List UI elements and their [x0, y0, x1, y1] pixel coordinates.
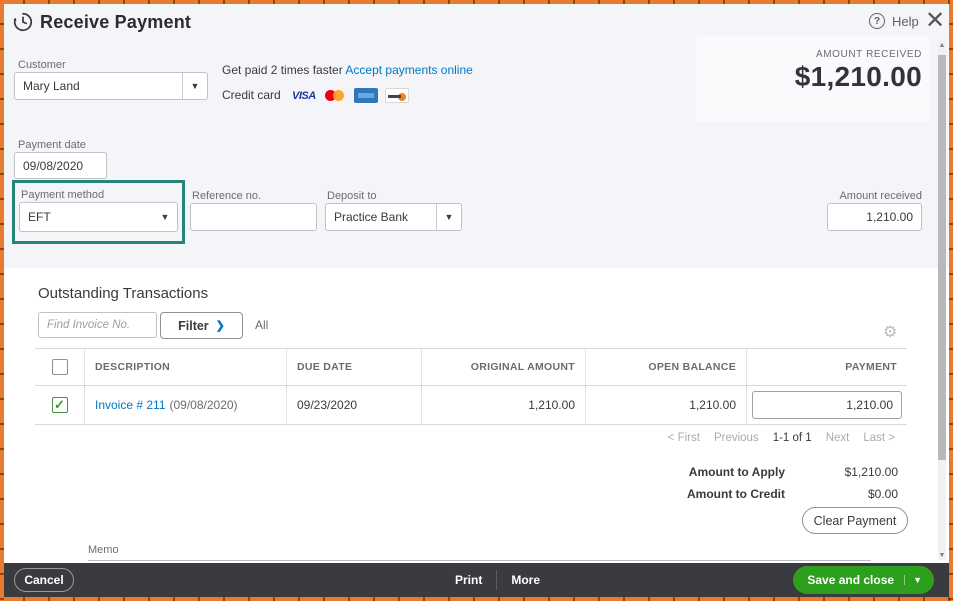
- invoice-link[interactable]: Invoice # 211: [95, 398, 166, 412]
- table-row: ✓ Invoice # 211 (09/08/2020) 09/23/2020 …: [35, 386, 907, 425]
- receive-payment-modal: Receive Payment ? Help ✕ Customer Mary L…: [4, 4, 949, 597]
- col-original-amount: ORIGINAL AMOUNT: [421, 349, 585, 385]
- chevron-right-icon: ❯: [215, 320, 225, 332]
- pagination-previous[interactable]: Previous: [714, 432, 759, 444]
- memo-input[interactable]: [88, 546, 871, 561]
- accept-payments-link[interactable]: Accept payments online: [345, 63, 472, 77]
- table-header-row: DESCRIPTION DUE DATE ORIGINAL AMOUNT OPE…: [35, 349, 907, 386]
- pagination-range: 1-1 of 1: [772, 432, 812, 444]
- ruler-ticks-right: [949, 0, 953, 601]
- reference-no-input[interactable]: [190, 203, 317, 231]
- col-description: DESCRIPTION: [84, 349, 286, 385]
- clear-payment-button[interactable]: Clear Payment: [802, 507, 908, 534]
- customer-label: Customer: [18, 59, 66, 71]
- amount-to-apply-value: $1,210.00: [844, 465, 898, 479]
- scroll-down-icon[interactable]: ▼: [937, 552, 947, 559]
- mastercard-icon: [322, 88, 347, 104]
- close-icon[interactable]: ✕: [925, 9, 945, 33]
- footer-bar: Cancel Print More Save and close ▼: [4, 563, 949, 597]
- page-title: Receive Payment: [40, 12, 192, 32]
- col-due-date: DUE DATE: [286, 349, 421, 385]
- customer-value: Mary Land: [23, 79, 80, 93]
- amount-received-total: $1,210.00: [794, 61, 922, 92]
- open-balance-cell: 1,210.00: [585, 386, 746, 424]
- print-button[interactable]: Print: [441, 573, 496, 587]
- visa-icon: VISA: [292, 89, 316, 102]
- payment-date-label: Payment date: [18, 139, 86, 151]
- receive-payment-icon: [12, 11, 34, 38]
- amex-icon: [353, 88, 378, 104]
- help-button[interactable]: Help: [892, 14, 919, 29]
- amount-received-heading: AMOUNT RECEIVED: [815, 49, 922, 60]
- amount-to-credit-value: $0.00: [867, 487, 898, 501]
- find-invoice-input[interactable]: [38, 312, 157, 338]
- transactions-table: DESCRIPTION DUE DATE ORIGINAL AMOUNT OPE…: [35, 348, 907, 425]
- credit-card-row: Credit card VISA: [222, 88, 409, 104]
- pagination-first[interactable]: < First: [668, 432, 700, 444]
- help-icon[interactable]: ?: [869, 13, 885, 29]
- amount-to-credit-label: Amount to Credit: [687, 487, 785, 501]
- payment-method-value: EFT: [28, 210, 51, 224]
- col-open-balance: OPEN BALANCE: [585, 349, 746, 385]
- amount-received-label: Amount received: [839, 190, 922, 202]
- screenshot-frame: Receive Payment ? Help ✕ Customer Mary L…: [0, 0, 953, 601]
- gear-icon[interactable]: ⚙: [883, 322, 897, 342]
- payment-method-select[interactable]: EFT ▼: [19, 202, 178, 232]
- deposit-to-label: Deposit to: [327, 190, 377, 202]
- credit-card-label: Credit card: [222, 88, 281, 102]
- more-button[interactable]: More: [497, 573, 554, 587]
- payment-method-label: Payment method: [21, 189, 105, 201]
- chevron-down-icon[interactable]: ▼: [904, 575, 930, 585]
- amount-received-input[interactable]: [827, 203, 922, 231]
- save-and-close-button[interactable]: Save and close ▼: [793, 566, 934, 594]
- row-checkbox[interactable]: ✓: [51, 397, 68, 413]
- chevron-down-icon[interactable]: ▼: [182, 73, 207, 99]
- col-payment: PAYMENT: [746, 349, 907, 385]
- chevron-down-icon[interactable]: ▼: [153, 212, 177, 222]
- cancel-button[interactable]: Cancel: [14, 568, 74, 592]
- customer-select[interactable]: Mary Land ▼: [14, 72, 208, 100]
- pagination-last[interactable]: Last >: [863, 432, 895, 444]
- discover-icon: [384, 88, 409, 104]
- payment-date-input[interactable]: [14, 152, 107, 179]
- pagination: < First Previous 1-1 of 1 Next Last >: [668, 432, 895, 444]
- original-amount-cell: 1,210.00: [421, 386, 585, 424]
- scrollbar-thumb[interactable]: [938, 55, 946, 460]
- amount-to-apply-label: Amount to Apply: [688, 465, 785, 479]
- filter-all-label: All: [255, 318, 269, 332]
- scroll-up-icon[interactable]: ▲: [937, 42, 947, 49]
- due-date-cell: 09/23/2020: [286, 386, 421, 424]
- deposit-to-select[interactable]: Practice Bank ▼: [325, 203, 462, 231]
- invoice-date: (09/08/2020): [169, 398, 238, 412]
- chevron-down-icon[interactable]: ▼: [436, 204, 461, 230]
- payment-amount-input[interactable]: [752, 391, 902, 419]
- ruler-ticks-bottom: [0, 597, 953, 601]
- deposit-to-value: Practice Bank: [334, 210, 409, 224]
- reference-no-label: Reference no.: [192, 190, 262, 202]
- pagination-next[interactable]: Next: [826, 432, 850, 444]
- filter-button[interactable]: Filter ❯: [160, 312, 243, 339]
- outstanding-transactions-heading: Outstanding Transactions: [38, 285, 209, 302]
- select-all-checkbox[interactable]: [51, 359, 68, 375]
- promo-text: Get paid 2 times faster Accept payments …: [222, 63, 473, 77]
